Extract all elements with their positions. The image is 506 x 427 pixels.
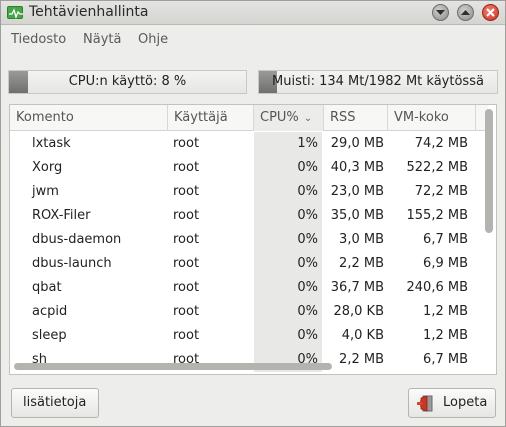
column-header-cpu[interactable]: CPU% ⌄ xyxy=(254,105,324,131)
process-user: root xyxy=(173,280,200,295)
vertical-scrollbar[interactable] xyxy=(485,109,493,233)
process-command: Xorg xyxy=(32,160,63,175)
process-vm-size: 72,2 MB xyxy=(414,184,468,199)
task-manager-icon xyxy=(7,6,23,19)
process-command: ROX-Filer xyxy=(32,208,91,223)
table-row[interactable]: ROX-Filer root 0% 35,0 MB 155,2 MB xyxy=(10,204,488,228)
minimize-button[interactable] xyxy=(432,4,449,21)
process-vm-size: 1,2 MB xyxy=(423,328,468,343)
process-cpu: 0% xyxy=(254,276,322,300)
column-label-command: Komento xyxy=(16,110,74,125)
table-row[interactable]: acpid root 0% 28,0 KB 1,2 MB xyxy=(10,300,488,324)
column-label-cpu: CPU% xyxy=(260,110,299,125)
chevron-down-icon: ⌄ xyxy=(303,113,313,124)
table-row[interactable]: qbat root 0% 36,7 MB 240,6 MB xyxy=(10,276,488,300)
process-vm-size: 1,2 MB xyxy=(423,304,468,319)
close-icon xyxy=(486,8,495,17)
table-row[interactable]: lxtask root 1% 29,0 MB 74,2 MB xyxy=(10,132,488,156)
memory-usage-label: Muisti: 134 Mt/1982 Mt käytössä xyxy=(272,74,484,89)
process-user: root xyxy=(173,208,200,223)
process-rss: 2,2 MB xyxy=(339,352,384,367)
quit-button[interactable]: Lopeta xyxy=(408,388,496,418)
process-vm-size: 155,2 MB xyxy=(406,208,468,223)
close-button[interactable] xyxy=(482,4,499,21)
process-vm-size: 240,6 MB xyxy=(406,280,468,295)
details-button-label: lisätietoja xyxy=(23,395,87,410)
maximize-icon xyxy=(461,10,470,15)
table-row[interactable]: dbus-daemon root 0% 3,0 MB 6,7 MB xyxy=(10,228,488,252)
process-rss: 28,0 KB xyxy=(333,304,384,319)
title-bar[interactable]: Tehtävienhallinta xyxy=(1,1,505,25)
column-header-user[interactable]: Käyttäjä xyxy=(168,105,254,131)
column-label-vm-size: VM-koko xyxy=(394,110,449,125)
minimize-icon xyxy=(436,10,445,15)
process-rss: 4,0 KB xyxy=(341,328,384,343)
process-user: root xyxy=(173,160,200,175)
process-vm-size: 6,9 MB xyxy=(423,256,468,271)
column-header-rss[interactable]: RSS xyxy=(324,105,388,131)
table-row[interactable]: sleep root 0% 4,0 KB 1,2 MB xyxy=(10,324,488,348)
menu-help[interactable]: Ohje xyxy=(138,32,168,47)
window-title: Tehtävienhallinta xyxy=(29,4,149,20)
column-header-vm-size[interactable]: VM-koko xyxy=(388,105,476,131)
process-cpu: 0% xyxy=(254,204,322,228)
menu-bar: Tiedosto Näytä Ohje xyxy=(1,27,505,51)
task-manager-window: Tehtävienhallinta Tiedosto Näytä Ohje CP… xyxy=(0,0,506,427)
process-command: lxtask xyxy=(32,136,71,151)
process-user: root xyxy=(173,136,200,151)
process-command: acpid xyxy=(32,304,68,319)
process-list-header: Komento Käyttäjä CPU% ⌄ RSS VM-koko xyxy=(10,105,488,131)
table-row[interactable]: Xorg root 0% 40,3 MB 522,2 MB xyxy=(10,156,488,180)
process-cpu: 1% xyxy=(254,132,322,156)
process-command: dbus-daemon xyxy=(32,232,122,247)
column-label-rss: RSS xyxy=(330,110,356,125)
process-command: qbat xyxy=(32,280,62,295)
process-cpu: 0% xyxy=(254,324,322,348)
process-user: root xyxy=(173,184,200,199)
process-cpu: 0% xyxy=(254,228,322,252)
process-rss: 23,0 MB xyxy=(330,184,384,199)
process-user: root xyxy=(173,304,200,319)
process-vm-size: 74,2 MB xyxy=(414,136,468,151)
process-command: sleep xyxy=(32,328,67,343)
process-rss: 36,7 MB xyxy=(330,280,384,295)
cpu-usage-meter: CPU:n käyttö: 8 % xyxy=(8,70,247,94)
column-label-user: Käyttäjä xyxy=(174,110,228,125)
horizontal-scrollbar[interactable] xyxy=(14,363,332,370)
process-user: root xyxy=(173,232,200,247)
cpu-usage-label: CPU:n käyttö: 8 % xyxy=(68,74,187,89)
process-rss: 3,0 MB xyxy=(339,232,384,247)
exit-door-icon xyxy=(417,395,433,412)
process-command: jwm xyxy=(32,184,59,199)
table-row[interactable]: jwm root 0% 23,0 MB 72,2 MB xyxy=(10,180,488,204)
column-header-command[interactable]: Komento xyxy=(10,105,168,131)
process-user: root xyxy=(173,256,200,271)
process-command: dbus-launch xyxy=(32,256,112,271)
memory-usage-meter: Muisti: 134 Mt/1982 Mt käytössä xyxy=(258,70,498,94)
maximize-button[interactable] xyxy=(457,4,474,21)
menu-file[interactable]: Tiedosto xyxy=(11,32,66,47)
quit-button-label: Lopeta xyxy=(443,395,488,410)
process-vm-size: 6,7 MB xyxy=(423,352,468,367)
table-row[interactable]: dbus-launch root 0% 2,2 MB 6,9 MB xyxy=(10,252,488,276)
process-rss: 40,3 MB xyxy=(330,160,384,175)
process-user: root xyxy=(173,328,200,343)
details-button[interactable]: lisätietoja xyxy=(11,388,99,418)
process-cpu: 0% xyxy=(254,180,322,204)
process-vm-size: 522,2 MB xyxy=(406,160,468,175)
menu-view[interactable]: Näytä xyxy=(83,32,121,47)
process-cpu: 0% xyxy=(254,300,322,324)
process-rss: 35,0 MB xyxy=(330,208,384,223)
process-cpu: 0% xyxy=(254,156,322,180)
process-vm-size: 6,7 MB xyxy=(423,232,468,247)
process-list: Komento Käyttäjä CPU% ⌄ RSS VM-koko lxtas… xyxy=(9,104,497,375)
process-rss: 2,2 MB xyxy=(339,256,384,271)
process-rows: lxtask root 1% 29,0 MB 74,2 MB Xorg root 0% 40,… xyxy=(10,132,488,372)
process-cpu: 0% xyxy=(254,252,322,276)
process-rss: 29,0 MB xyxy=(330,136,384,151)
